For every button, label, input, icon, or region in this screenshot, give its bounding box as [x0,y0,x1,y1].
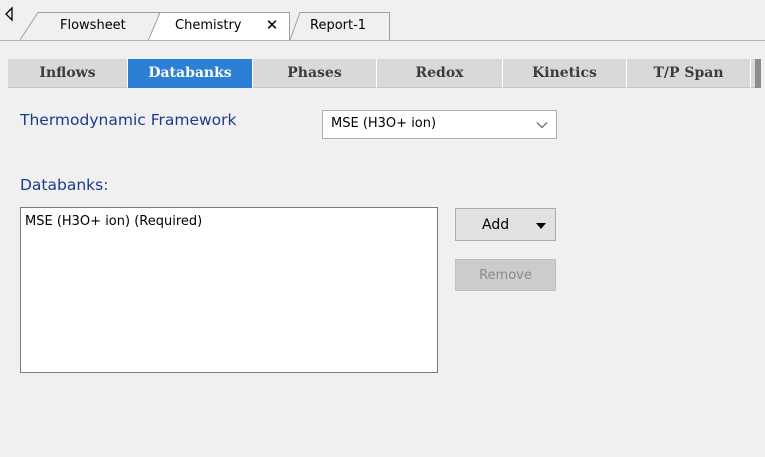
chemistry-sub-tabs: Inflows Databanks Phases Redox Kinetics … [8,59,761,88]
tab-redox[interactable]: Redox [377,59,503,88]
tab-flowsheet-label: Flowsheet [60,18,126,33]
tab-inflows[interactable]: Inflows [8,59,128,88]
framework-selected-value: MSE (H3O+ ion) [331,116,437,131]
tab-strip-divider [0,40,765,41]
tab-kinetics[interactable]: Kinetics [503,59,627,88]
tab-flowsheet[interactable]: Flowsheet [20,12,160,40]
databanks-label: Databanks: [20,176,109,194]
add-button-label: Add [482,217,510,233]
tab-databanks[interactable]: Databanks [128,59,253,88]
caret-down-icon[interactable] [536,223,546,229]
tab-chemistry[interactable]: Chemistry ✕ [148,12,294,41]
close-icon[interactable]: ✕ [264,16,280,34]
remove-button-label: Remove [479,268,532,283]
document-tab-strip: Flowsheet Report-1 Chemistry ✕ [0,0,765,44]
tab-tp-span[interactable]: T/P Span [627,59,751,88]
add-databank-button[interactable]: Add [455,208,556,241]
thermodynamic-framework-label: Thermodynamic Framework [20,111,237,129]
remove-databank-button[interactable]: Remove [455,259,556,291]
tab-chemistry-label: Chemistry [175,18,242,33]
thermodynamic-framework-select[interactable]: MSE (H3O+ ion) [322,110,557,139]
list-item[interactable]: MSE (H3O+ ion) (Required) [25,214,202,229]
databanks-list[interactable]: MSE (H3O+ ion) (Required) [20,207,438,373]
tab-report-1-label: Report-1 [310,18,367,33]
tab-phases[interactable]: Phases [253,59,377,88]
chevron-down-icon [536,122,548,129]
sub-tab-scrollbar[interactable] [755,59,761,88]
scroll-tabs-left-icon[interactable] [2,4,16,24]
tab-report-1[interactable]: Report-1 [290,12,390,40]
